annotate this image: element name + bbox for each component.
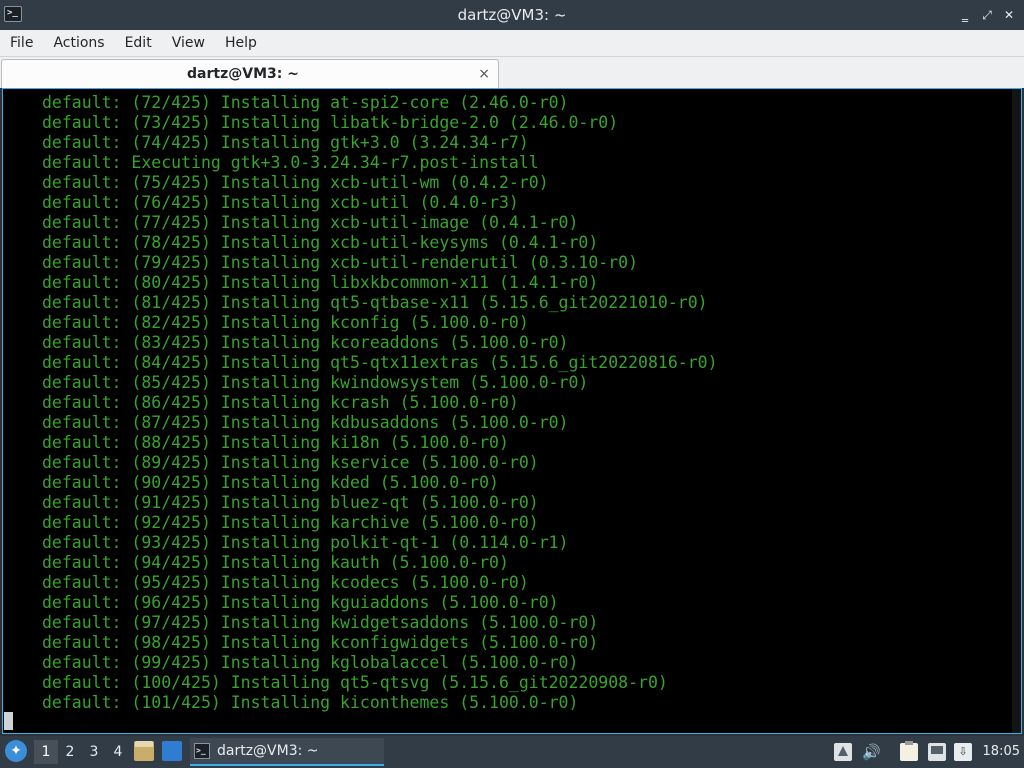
terminal-line: default: (97/425) Installing kwidgetsadd… — [42, 613, 599, 632]
update-icon[interactable]: ⇩ — [954, 743, 972, 761]
terminal-line: default: (85/425) Installing kwindowsyst… — [42, 373, 589, 392]
desktop-switcher: 1 2 3 4 — [34, 740, 130, 764]
menu-help[interactable]: Help — [215, 30, 267, 56]
menu-actions[interactable]: Actions — [43, 30, 114, 56]
volume-icon[interactable]: 🔊 — [862, 743, 881, 761]
desktop-4-button[interactable]: 4 — [106, 740, 130, 764]
window-controls: ‗ ⤢ ✕ — [956, 6, 1018, 24]
terminal-line: default: (75/425) Installing xcb-util-wm… — [42, 173, 549, 192]
terminal-line: default: (83/425) Installing kcoreaddons… — [42, 333, 569, 352]
task-label: dartz@VM3: ~ — [217, 743, 319, 759]
terminal-line: default: Executing gtk+3.0-3.24.34-r7.po… — [42, 153, 539, 172]
terminal-icon: >_ — [194, 743, 210, 759]
terminal-line: default: (98/425) Installing kconfigwidg… — [42, 633, 599, 652]
terminal-line: default: (77/425) Installing xcb-util-im… — [42, 213, 579, 232]
maximize-button[interactable]: ⤢ — [978, 6, 996, 24]
terminal-line: default: (80/425) Installing libxkbcommo… — [42, 273, 599, 292]
tab-label: dartz@VM3: ~ — [187, 66, 299, 82]
clock[interactable]: 18:05 — [980, 736, 1020, 768]
terminal-line: default: (93/425) Installing polkit-qt-1… — [42, 533, 569, 552]
taskbar: ✦ 1 2 3 4 >_ dartz@VM3: ~ 🔊 ⇩ 18:05 — [0, 736, 1024, 768]
menu-edit[interactable]: Edit — [115, 30, 162, 56]
terminal-line: default: (91/425) Installing bluez-qt (5… — [42, 493, 539, 512]
tab-bar: dartz@VM3: ~ × — [0, 57, 1024, 88]
terminal-line: default: (88/425) Installing ki18n (5.10… — [42, 433, 509, 452]
terminal-line: default: (72/425) Installing at-spi2-cor… — [42, 93, 569, 112]
start-menu-icon[interactable]: ✦ — [5, 740, 27, 762]
show-desktop-icon[interactable] — [162, 741, 182, 761]
clipboard-icon[interactable] — [900, 741, 918, 761]
menu-bar: File Actions Edit View Help — [0, 30, 1024, 57]
terminal-line: default: (76/425) Installing xcb-util (0… — [42, 193, 519, 212]
terminal-line: default: (87/425) Installing kdbusaddons… — [42, 413, 569, 432]
minimize-button[interactable]: ‗ — [956, 6, 974, 24]
close-button[interactable]: ✕ — [1000, 6, 1018, 24]
tab-terminal-session[interactable]: dartz@VM3: ~ × — [1, 59, 499, 88]
terminal-line: default: (94/425) Installing kauth (5.10… — [42, 553, 509, 572]
desktop-2-button[interactable]: 2 — [58, 740, 82, 764]
terminal-output[interactable]: default: (72/425) Installing at-spi2-cor… — [2, 88, 1022, 734]
terminal-lines: default: (72/425) Installing at-spi2-cor… — [3, 93, 718, 713]
terminal-line: default: (82/425) Installing kconfig (5.… — [42, 313, 529, 332]
taskbar-task-terminal[interactable]: >_ dartz@VM3: ~ — [190, 738, 384, 766]
terminal-line: default: (74/425) Installing gtk+3.0 (3.… — [42, 133, 529, 152]
terminal-cursor — [4, 712, 13, 730]
terminal-line: default: (100/425) Installing qt5-qtsvg … — [42, 673, 668, 692]
terminal-line: default: (89/425) Installing kservice (5… — [42, 453, 539, 472]
terminal-line: default: (90/425) Installing kded (5.100… — [42, 473, 499, 492]
tab-close-icon[interactable]: × — [478, 63, 490, 85]
terminal-line: default: (95/425) Installing kcodecs (5.… — [42, 573, 529, 592]
network-icon[interactable] — [834, 743, 852, 761]
file-manager-icon[interactable] — [134, 741, 154, 761]
window-title: dartz@VM3: ~ — [457, 6, 567, 24]
terminal-line: default: (86/425) Installing kcrash (5.1… — [42, 393, 519, 412]
terminal-line: default: (96/425) Installing kguiaddons … — [42, 593, 559, 612]
desktop-1-button[interactable]: 1 — [34, 740, 58, 764]
window-titlebar: >_ dartz@VM3: ~ ‗ ⤢ ✕ — [0, 0, 1024, 30]
terminal-line: default: (73/425) Installing libatk-brid… — [42, 113, 619, 132]
menu-view[interactable]: View — [162, 30, 215, 56]
terminal-line: default: (78/425) Installing xcb-util-ke… — [42, 233, 599, 252]
terminal-line: default: (81/425) Installing qt5-qtbase-… — [42, 293, 708, 312]
terminal-scrollbar[interactable] — [1012, 89, 1021, 733]
monitor-icon[interactable] — [928, 743, 946, 761]
desktop-3-button[interactable]: 3 — [82, 740, 106, 764]
terminal-line: default: (92/425) Installing karchive (5… — [42, 513, 539, 532]
terminal-line: default: (99/425) Installing kglobalacce… — [42, 653, 579, 672]
terminal-line: default: (79/425) Installing xcb-util-re… — [42, 253, 639, 272]
terminal-line: default: (101/425) Installing kicontheme… — [42, 693, 579, 712]
terminal-line: default: (84/425) Installing qt5-qtx11ex… — [42, 353, 718, 372]
menu-file[interactable]: File — [0, 30, 43, 56]
